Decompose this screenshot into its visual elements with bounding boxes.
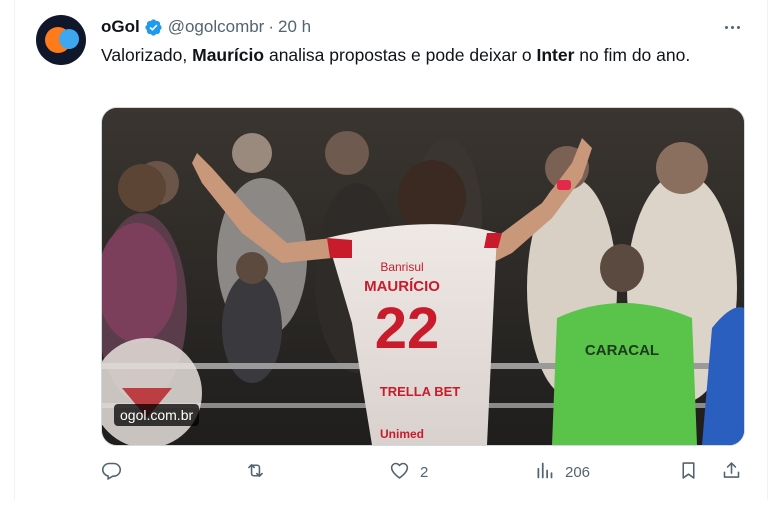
- tweet-media-photo[interactable]: CARACAL Banrisul MAURÍCIO 22 TRELLA BET …: [101, 107, 745, 446]
- share-button[interactable]: [721, 458, 742, 486]
- reply-icon: [101, 460, 122, 485]
- jersey-sponsor-top: Banrisul: [380, 260, 423, 274]
- account-handle[interactable]: @ogolcombr: [168, 17, 265, 37]
- tweet-header: oGol @ogolcombr · 20 h: [101, 16, 311, 38]
- more-dots-icon[interactable]: [720, 15, 744, 39]
- media-source-badge: ogol.com.br: [114, 404, 200, 426]
- like-count: 2: [420, 463, 429, 481]
- reply-button[interactable]: [101, 458, 132, 486]
- jersey-hem: Unimed: [380, 427, 424, 441]
- views-count: 206: [565, 463, 591, 481]
- heart-icon: [389, 460, 410, 485]
- retweet-button[interactable]: [245, 458, 276, 486]
- verified-badge-icon: [144, 18, 163, 37]
- account-name[interactable]: oGol: [101, 17, 140, 37]
- tweet-text: Valorizado, Maurício analisa propostas e…: [101, 43, 731, 67]
- text-part: no fim do ano.: [574, 45, 691, 65]
- jersey-number: 22: [375, 296, 440, 361]
- text-bold-inter: Inter: [536, 45, 575, 65]
- text-bold-mauricio: Maurício: [192, 45, 265, 65]
- text-part: Valorizado,: [101, 45, 193, 65]
- separator-dot: ·: [268, 17, 275, 36]
- text-part: analisa propostas e pode deixar o: [264, 45, 537, 65]
- jersey-sponsor-bottom: TRELLA BET: [380, 384, 460, 399]
- views-icon: [534, 460, 555, 485]
- avatar-logo-blue: [59, 29, 79, 49]
- vest-text: CARACAL: [585, 342, 659, 359]
- avatar[interactable]: [36, 15, 86, 65]
- views-button[interactable]: 206: [534, 458, 590, 486]
- share-icon: [721, 460, 742, 485]
- bookmark-icon: [678, 460, 699, 485]
- jersey-name: MAURÍCIO: [364, 278, 440, 295]
- retweet-icon: [245, 460, 266, 485]
- tweet-actions: 2 206: [101, 458, 743, 486]
- tweet-timestamp[interactable]: 20 h: [278, 17, 311, 37]
- bookmark-button[interactable]: [678, 458, 699, 486]
- like-button[interactable]: 2: [389, 458, 428, 486]
